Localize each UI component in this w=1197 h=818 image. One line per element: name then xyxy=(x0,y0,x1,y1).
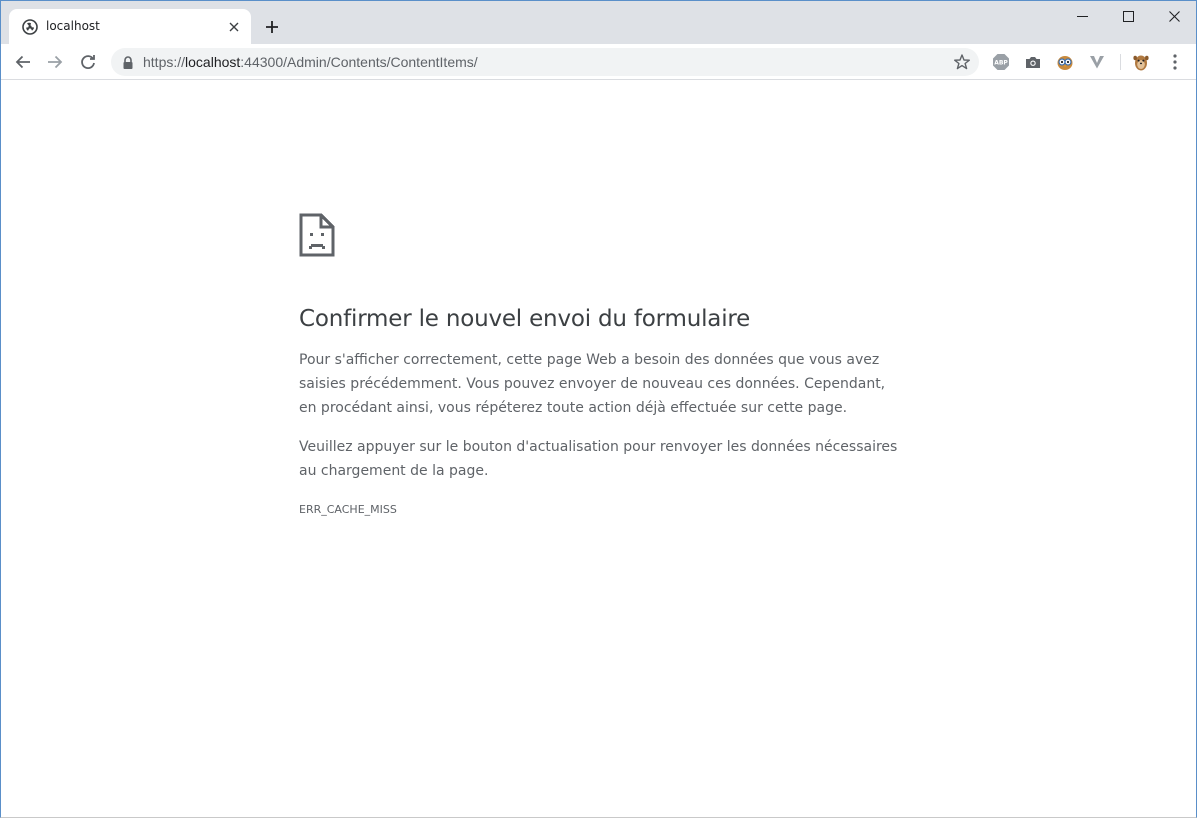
site-favicon-icon xyxy=(22,19,38,35)
bookmark-star-icon[interactable] xyxy=(953,53,971,71)
v-icon[interactable] xyxy=(1087,52,1107,72)
avatar-icon[interactable] xyxy=(1131,52,1151,72)
tab-close-icon[interactable] xyxy=(225,18,243,36)
reload-button[interactable] xyxy=(76,50,100,74)
arrow-right-icon xyxy=(48,55,63,69)
error-code: ERR_CACHE_MISS xyxy=(299,503,397,516)
address-bar[interactable]: https://localhost:44300/Admin/Contents/C… xyxy=(111,48,979,76)
url-path: :44300/Admin/Contents/ContentItems/ xyxy=(240,54,478,70)
minimize-icon[interactable] xyxy=(1059,1,1105,31)
arrow-left-icon xyxy=(15,55,30,69)
owl-icon[interactable] xyxy=(1055,52,1075,72)
tab-strip: localhost xyxy=(1,1,1196,44)
tab-localhost[interactable]: localhost xyxy=(9,9,251,44)
sad-page-icon xyxy=(299,213,335,257)
close-icon[interactable] xyxy=(1151,1,1197,31)
maximize-icon[interactable] xyxy=(1105,1,1151,31)
toolbar-divider xyxy=(1120,54,1121,70)
back-button[interactable] xyxy=(11,50,35,74)
error-description: Pour s'afficher correctement, cette page… xyxy=(299,352,886,416)
url-scheme: https:// xyxy=(143,54,186,70)
new-tab-button[interactable] xyxy=(261,16,283,38)
abp-icon[interactable]: ABP xyxy=(991,52,1011,72)
svg-text:ABP: ABP xyxy=(994,60,1008,67)
camera-icon[interactable] xyxy=(1023,52,1043,72)
kebab-menu-icon[interactable] xyxy=(1165,52,1185,72)
page-content: Confirmer le nouvel envoi du formulaire … xyxy=(1,81,1196,817)
error-instruction: Veuillez appuyer sur le bouton d'actuali… xyxy=(299,439,898,479)
browser-window: localhost https://localhost:44300/Admin/… xyxy=(0,0,1197,818)
lock-icon[interactable] xyxy=(122,55,134,69)
error-title: Confirmer le nouvel envoi du formulaire xyxy=(299,306,751,332)
browser-toolbar: https://localhost:44300/Admin/Contents/C… xyxy=(1,44,1196,80)
reload-icon xyxy=(81,55,95,69)
url-host: localhost xyxy=(185,54,241,70)
url-text[interactable]: https://localhost:44300/Admin/Contents/C… xyxy=(143,54,478,70)
tab-title: localhost xyxy=(46,19,100,33)
forward-button[interactable] xyxy=(43,50,67,74)
